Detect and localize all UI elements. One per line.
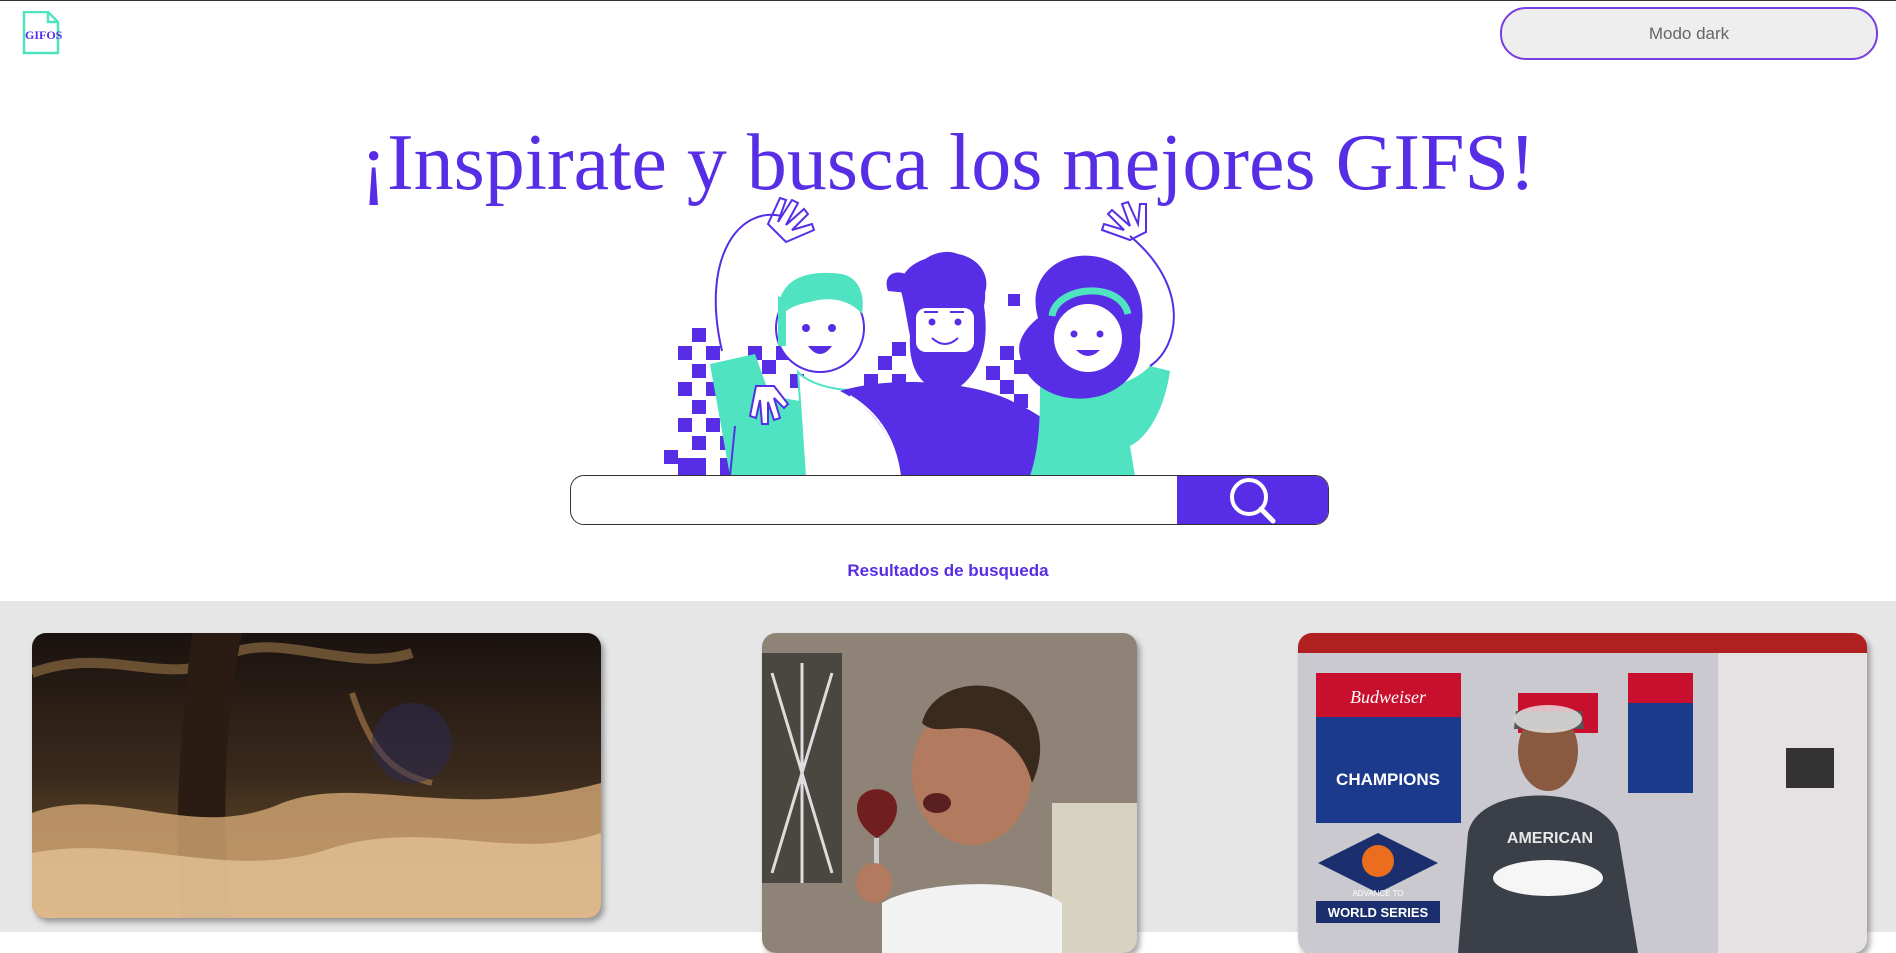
shirt-text: AMERICAN	[1507, 830, 1593, 847]
sponsor-text: Budweiser	[1350, 687, 1427, 707]
search-input[interactable]	[571, 476, 1177, 524]
gif-card[interactable]	[32, 633, 601, 918]
search-bar	[570, 475, 1329, 525]
gif-card[interactable]: Budweiser CHAMPIONS AMERICAN ADVANCE TO …	[1298, 633, 1867, 953]
search-icon	[1230, 478, 1276, 524]
gif-card[interactable]	[762, 633, 1137, 953]
badge-top-text: ADVANCE TO	[1352, 889, 1403, 898]
logo[interactable]: GIFOS	[22, 10, 63, 55]
badge-bottom-text: WORLD SERIES	[1328, 905, 1429, 920]
banner-text: CHAMPIONS	[1336, 770, 1440, 789]
gif-baseball-champion: Budweiser CHAMPIONS AMERICAN ADVANCE TO …	[1298, 633, 1867, 953]
dark-mode-button[interactable]: Modo dark	[1500, 7, 1878, 60]
gif-fire-scene	[32, 633, 601, 918]
gif-wine-man	[762, 633, 1137, 953]
gif-gallery: Budweiser CHAMPIONS AMERICAN ADVANCE TO …	[0, 601, 1896, 953]
hero-illustration	[664, 196, 1175, 476]
search-button[interactable]	[1177, 476, 1328, 524]
logo-text: GIFOS	[25, 28, 63, 42]
results-title: Resultados de busqueda	[847, 561, 1049, 580]
